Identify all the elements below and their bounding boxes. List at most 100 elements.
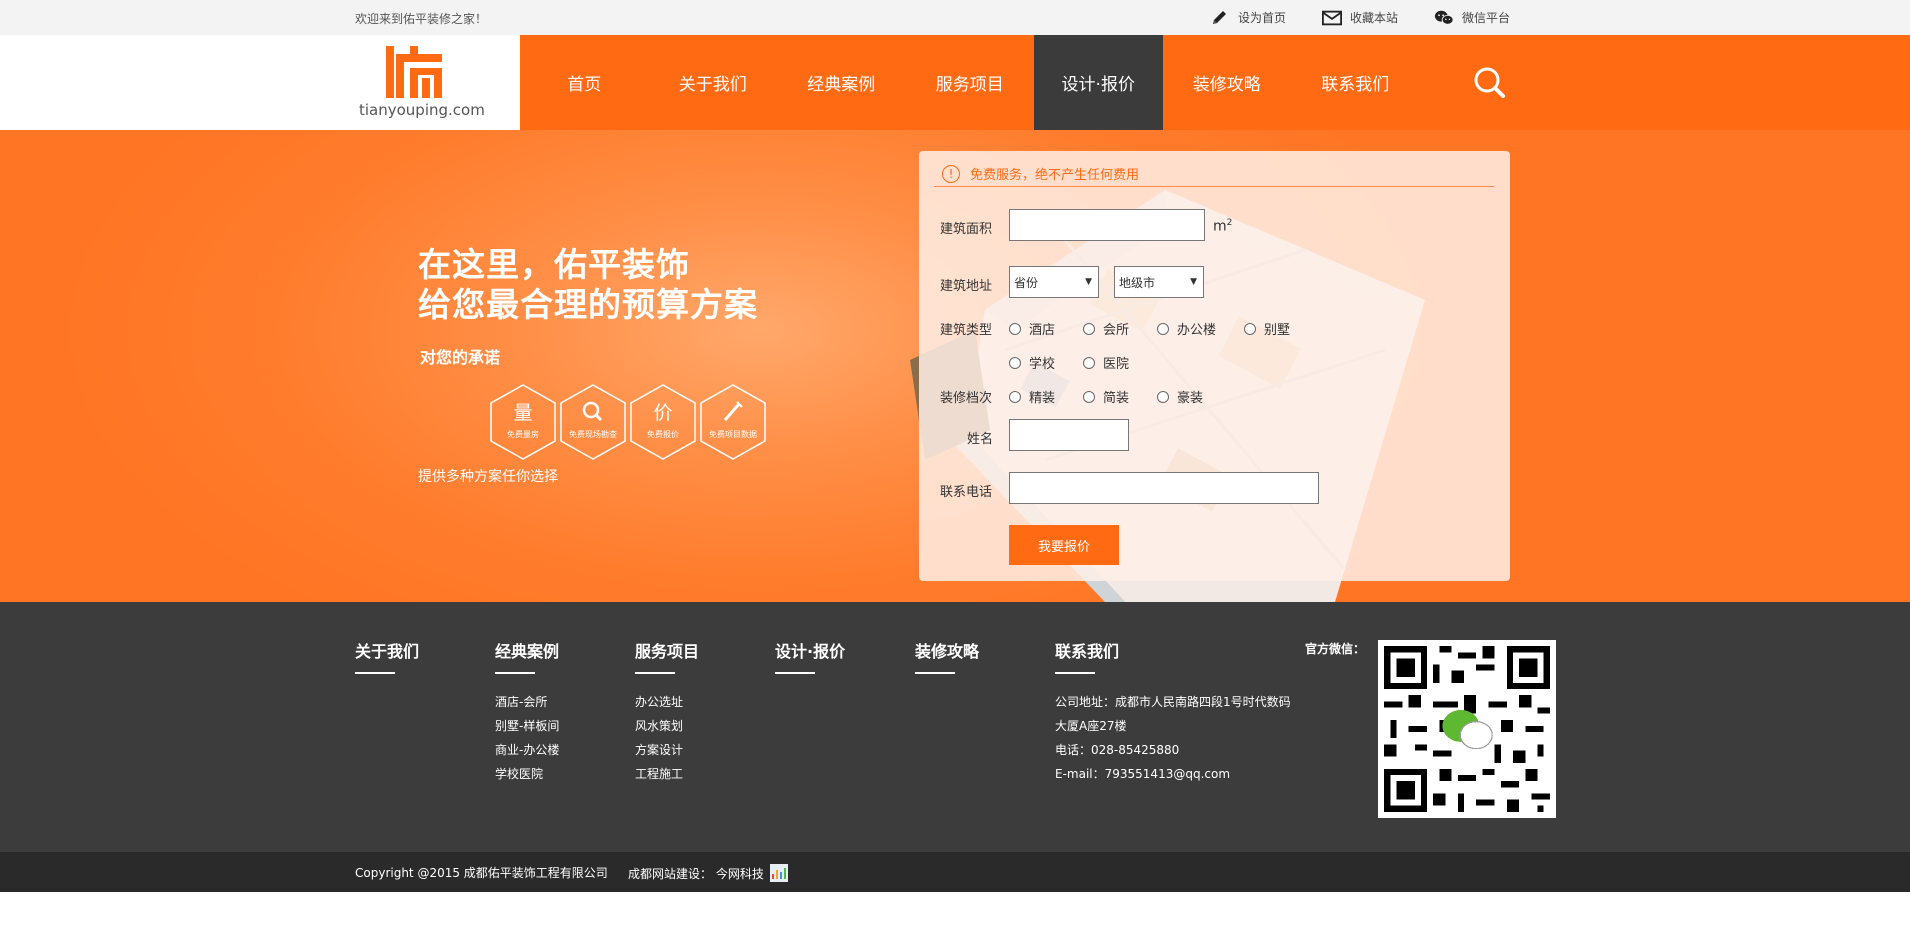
promise-label: 免费现场勘查 [569,430,617,439]
city-select[interactable]: 地级市 ▼ [1114,266,1204,298]
builder-text: 成都网站建设： 今网科技 [628,866,764,881]
logo[interactable]: tianyouping.com [0,35,520,130]
promise-free-quote[interactable]: 价 免费报价 [628,383,698,461]
type-radio-club[interactable]: 会所 [1083,319,1129,338]
promise-label: 免费项目数据 [709,430,757,439]
radio-circle [1083,322,1095,335]
radio-label: 别墅 [1264,323,1291,338]
promise-label: 免费量房 [507,430,539,439]
divider [495,672,535,674]
wechat-qr-code [1378,640,1556,818]
contact-address: 公司地址：成都市人民南路四段1号时代数码 [1055,695,1291,709]
site-builder-link[interactable]: 成都网站建设： 今网科技 [628,864,788,882]
type-label: 建筑类型 [940,323,993,338]
promise-free-survey[interactable]: 免费现场勘查 [558,383,628,461]
name-input[interactable] [1009,419,1129,451]
nav-contact[interactable]: 联系我们 [1291,35,1420,130]
grade-radio-simple[interactable]: 简装 [1083,387,1129,406]
hero-note: 提供多种方案任你选择 [418,469,558,485]
footer-col-title[interactable]: 设计·报价 [775,638,845,662]
free-service-notice: ! 免费服务，绝不产生任何费用 [934,161,1494,187]
type-radio-villa[interactable]: 别墅 [1244,319,1290,338]
magnifier-icon [582,401,603,422]
footer-link[interactable]: 酒店-会所 [495,690,559,714]
radio-label: 豪装 [1177,391,1204,406]
footer-col-title[interactable]: 服务项目 [635,638,699,662]
header: tianyouping.com 首页 关于我们 经典案例 服务项目 设计·报价 … [0,35,1910,130]
bookmark-link[interactable]: 收藏本站 [1322,9,1398,27]
search-icon[interactable] [1472,65,1506,99]
hexagon-icon [560,384,626,460]
grade-radio-fine[interactable]: 精装 [1009,387,1055,406]
divider [635,672,675,674]
area-label: 建筑面积 [940,222,993,237]
nav-design-quote[interactable]: 设计·报价 [1034,35,1163,130]
footer-link[interactable]: 学校医院 [495,762,559,786]
nav-about[interactable]: 关于我们 [649,35,778,130]
wechat-platform-link[interactable]: 微信平台 [1434,9,1510,27]
nav-services[interactable]: 服务项目 [906,35,1035,130]
province-value: 省份 [1014,275,1039,290]
province-select[interactable]: 省份 ▼ [1009,266,1099,298]
footer-col-guide: 装修攻略 [915,638,979,690]
footer-link[interactable]: 别墅-样板间 [495,714,559,738]
footer-col-title[interactable]: 装修攻略 [915,638,979,662]
type-radio-school[interactable]: 学校 [1009,353,1055,372]
submit-quote-button[interactable]: 我要报价 [1009,525,1119,565]
hero-title: 在这里，佑平装饰 给您最合理的预算方案 [418,245,758,325]
promise-char: 价 [653,402,673,424]
set-homepage-link[interactable]: 设为首页 [1210,9,1286,27]
footer-link[interactable]: 商业-办公楼 [495,738,559,762]
mail-icon [1322,10,1343,25]
footer-link[interactable]: 方案设计 [635,738,699,762]
hero-subtitle: 对您的承诺 [420,348,501,367]
divider [775,672,815,674]
type-radio-hospital[interactable]: 医院 [1083,353,1129,372]
set-homepage-label: 设为首页 [1238,11,1287,25]
bookmark-label: 收藏本站 [1350,11,1399,25]
footer-link[interactable]: 风水策划 [635,714,699,738]
radio-label: 学校 [1029,357,1056,372]
promise-free-data[interactable]: 免费项目数据 [698,383,768,461]
type-radio-hotel[interactable]: 酒店 [1009,319,1055,338]
contact-phone: 电话：028-85425880 [1055,743,1180,757]
main-nav: 首页 关于我们 经典案例 服务项目 设计·报价 装修攻略 联系我们 [520,35,1420,130]
bar-chart-icon [769,864,788,882]
promise-free-measure[interactable]: 量 免费量房 [488,383,558,461]
quote-form: ! 免费服务，绝不产生任何费用 建筑面积 m2 建筑地址 省份 ▼ 地级市 ▼ … [919,151,1510,581]
contact-address-2: 大厦A座27楼 [1055,719,1127,733]
footer-col-title[interactable]: 联系我们 [1055,638,1291,662]
footer-col-title[interactable]: 关于我们 [355,638,419,662]
nav-guide[interactable]: 装修攻略 [1163,35,1292,130]
area-unit: m2 [1213,218,1233,235]
radio-circle [1083,356,1095,369]
logo-text: tianyouping.com [359,101,485,119]
footer-link[interactable]: 工程施工 [635,762,699,786]
divider [1055,672,1095,674]
type-radio-office[interactable]: 办公楼 [1157,319,1216,338]
promise-char: 量 [513,402,533,424]
area-input[interactable] [1009,209,1205,241]
phone-input[interactable] [1009,472,1319,504]
radio-label: 医院 [1103,357,1130,372]
nav-cases[interactable]: 经典案例 [777,35,906,130]
radio-circle [1009,322,1021,335]
hero-title-line2: 给您最合理的预算方案 [418,285,758,324]
radio-circle [1083,390,1095,403]
divider [915,672,955,674]
promise-badges: 量 免费量房 免费现场勘查 价 免费报价 免费项目数据 [488,383,768,463]
address-label: 建筑地址 [940,279,993,294]
dropdown-arrow-icon: ▼ [1190,277,1197,287]
copyright-bar: Copyright @2015 成都佑平装饰工程有限公司 成都网站建设： 今网科… [0,852,1910,892]
footer-col-services: 服务项目 办公选址 风水策划 方案设计 工程施工 [635,638,699,786]
notice-text: 免费服务，绝不产生任何费用 [970,168,1140,183]
footer-link[interactable]: 办公选址 [635,690,699,714]
footer-col-title[interactable]: 经典案例 [495,638,559,662]
grade-radio-luxury[interactable]: 豪装 [1157,387,1203,406]
footer-col-design-quote: 设计·报价 [775,638,845,690]
name-label: 姓名 [967,432,994,447]
top-bar: 欢迎来到佑平装修之家！ 设为首页 收藏本站 微信平台 [0,0,1910,35]
radio-label: 办公楼 [1177,323,1217,338]
copyright-text: Copyright @2015 成都佑平装饰工程有限公司 [355,866,608,880]
nav-home[interactable]: 首页 [520,35,649,130]
